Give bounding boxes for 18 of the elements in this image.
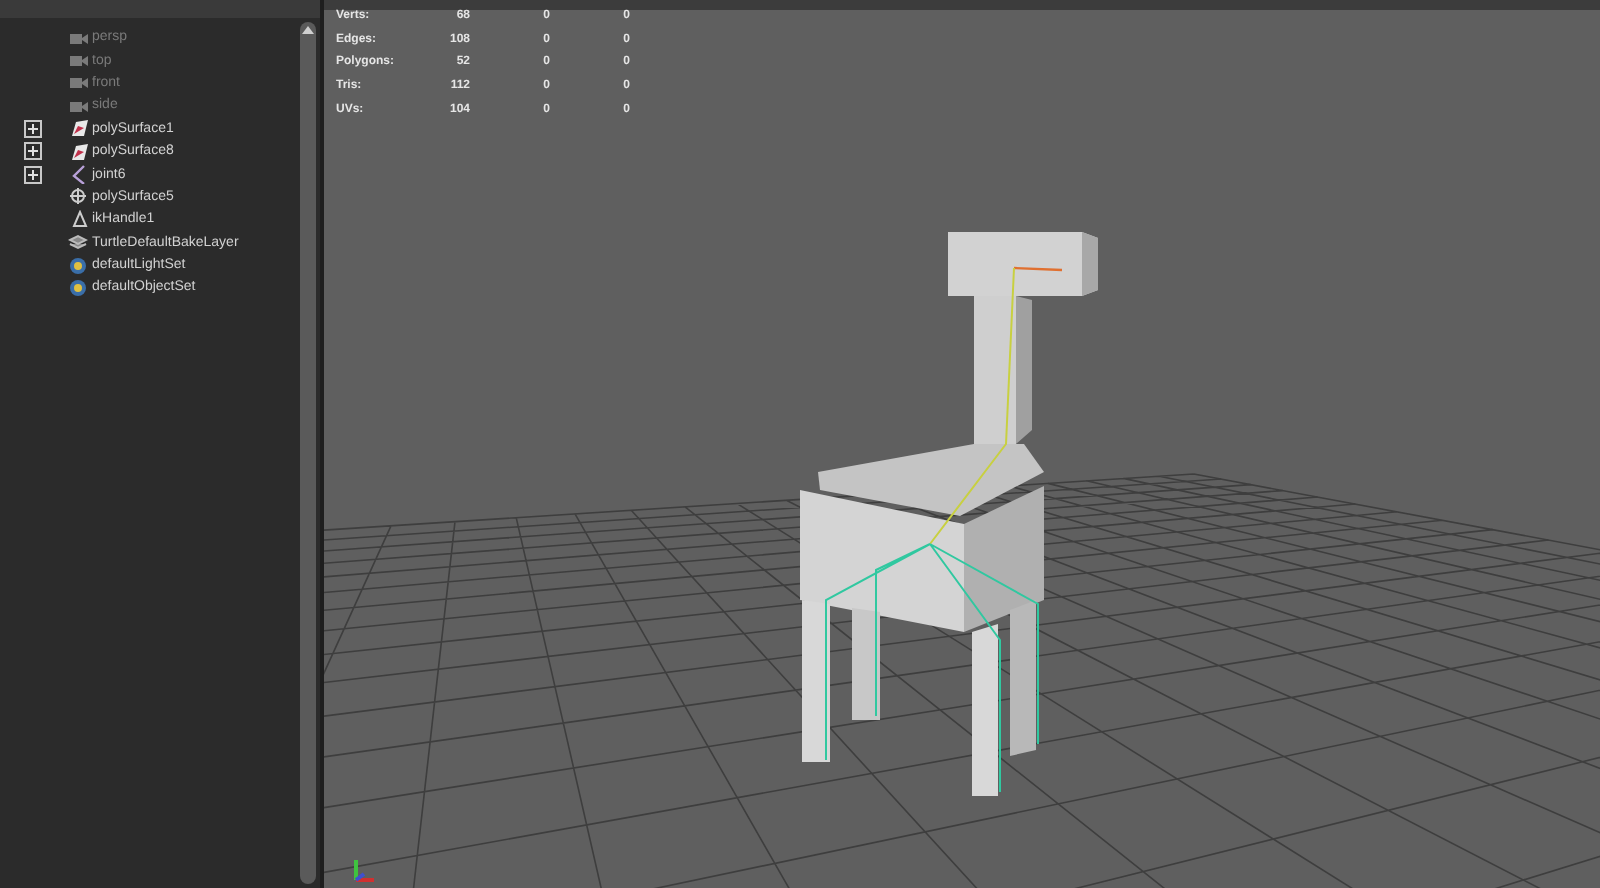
group-icon [68,186,88,207]
layer-icon [68,232,88,253]
scroll-up-icon[interactable] [302,26,314,34]
mesh-icon [68,141,88,162]
set-icon [68,277,88,298]
expand-icon[interactable] [24,165,42,184]
expand-icon[interactable] [24,142,42,161]
set-icon [68,255,88,276]
axis-gizmo-icon [348,856,376,884]
camera-icon [68,50,88,71]
mesh-icon [68,118,88,139]
skeleton-drawing[interactable] [825,266,1063,793]
chair-model-drawing[interactable] [800,232,1098,796]
expand-icon[interactable] [24,119,42,138]
camera-icon [68,72,88,93]
joint-icon [68,164,88,185]
scrollbar[interactable] [300,22,316,884]
ik-handle-icon [68,209,88,230]
